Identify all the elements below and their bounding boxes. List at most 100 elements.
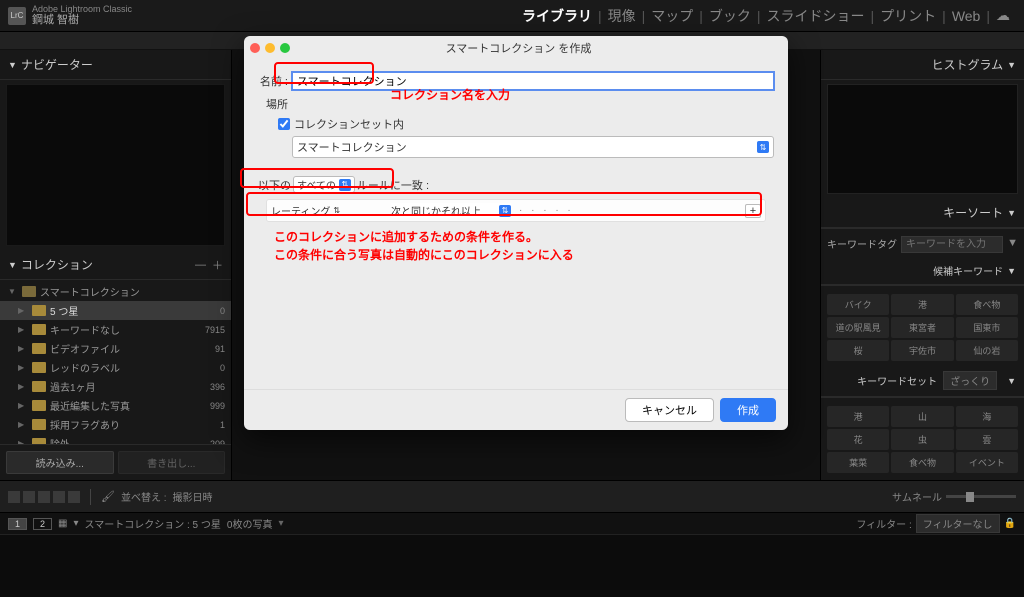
keyword-tag-input[interactable] <box>901 236 1003 253</box>
lock-icon[interactable]: 🔒 <box>1004 518 1016 529</box>
rule-field-select[interactable]: レーティング ⇅ <box>271 203 351 218</box>
match-mode-select[interactable]: すべての ⇅ <box>293 176 355 193</box>
module-develop[interactable]: 現像 <box>602 6 642 26</box>
thumbnail-label: サムネール <box>892 489 942 504</box>
name-label: 名前 : <box>258 73 288 89</box>
keyword-candidate[interactable]: 国東市 <box>956 317 1018 338</box>
keyword-candidate[interactable]: 港 <box>891 294 953 315</box>
filter-group: フィルター : フィルターなし 🔒 <box>856 514 1016 533</box>
cloud-icon[interactable]: ☁ <box>990 7 1016 24</box>
smart-collection-icon <box>32 362 46 373</box>
filmstrip[interactable] <box>0 534 1024 597</box>
kwset-title: キーワードセット <box>857 373 937 388</box>
module-web[interactable]: Web <box>946 8 987 24</box>
keyword-candidate[interactable]: 宇佐市 <box>891 340 953 361</box>
collection-item[interactable]: ▶最近編集した写真999 <box>0 396 231 415</box>
keyword-candidate[interactable]: 食べ物 <box>956 294 1018 315</box>
cancel-button[interactable]: キャンセル <box>625 398 714 422</box>
module-print[interactable]: プリント <box>874 6 942 26</box>
keyword-candidate[interactable]: 仙の岩 <box>956 340 1018 361</box>
chevron-down-icon: ▼ <box>8 287 18 296</box>
rating-value[interactable]: · · · · · <box>519 205 574 216</box>
collection-item[interactable]: ▶採用フラグあり1 <box>0 415 231 434</box>
survey-view-icon[interactable] <box>53 491 65 503</box>
thumbnail-size-slider[interactable] <box>946 495 1016 498</box>
window-close-icon[interactable] <box>250 43 260 53</box>
create-button[interactable]: 作成 <box>720 398 776 422</box>
keyword-set-item[interactable]: 海 <box>956 406 1018 427</box>
inside-set-checkbox[interactable] <box>278 118 290 130</box>
collection-set-icon <box>22 286 36 297</box>
keyword-set-item[interactable]: 雲 <box>956 429 1018 450</box>
keyword-set-item[interactable]: 葉菜 <box>827 452 889 473</box>
collection-item[interactable]: ▶キーワードなし7915 <box>0 320 231 339</box>
keyword-set-item[interactable]: 山 <box>891 406 953 427</box>
kwset-header[interactable]: キーワードセット ざっくり ▼ <box>821 365 1024 397</box>
keyword-candidate[interactable]: バイク <box>827 294 889 315</box>
right-panel: ヒストグラム ▼ キーソート ▼ キーワードタグ ▼ 候補キーワード ▼ バイク… <box>820 50 1024 480</box>
export-button[interactable]: 書き出し... <box>118 451 226 474</box>
collections-header[interactable]: ▼ コレクション — ＋ <box>0 250 231 280</box>
module-slideshow[interactable]: スライドショー <box>761 6 871 26</box>
people-view-icon[interactable] <box>68 491 80 503</box>
collection-name-input[interactable] <box>292 72 774 90</box>
minus-icon[interactable]: — <box>195 259 206 271</box>
keysort-header[interactable]: キーソート ▼ <box>821 198 1024 228</box>
candidates-header[interactable]: 候補キーワード ▼ <box>821 257 1024 285</box>
painter-icon[interactable]: 🖌 <box>101 490 115 503</box>
annotation-text: この条件に合う写真は自動的にこのコレクションに入る <box>274 246 574 263</box>
module-picker: ライブラリ| 現像| マップ| ブック| スライドショー| プリント| Web|… <box>516 6 1016 26</box>
chevron-down-icon: ▼ <box>8 60 17 70</box>
candidates-title: 候補キーワード <box>933 263 1003 278</box>
compare-view-icon[interactable] <box>38 491 50 503</box>
add-rule-button[interactable]: + <box>745 204 761 218</box>
chevron-down-icon[interactable]: ▾ <box>73 518 78 529</box>
breadcrumb[interactable]: スマートコレクション : 5 つ星 <box>85 516 221 531</box>
navigator-header[interactable]: ▼ ナビゲーター <box>0 50 231 80</box>
collection-item[interactable]: ▶除外209 <box>0 434 231 444</box>
keyword-candidate[interactable]: 桜 <box>827 340 889 361</box>
collection-item[interactable]: ▶過去1ヶ月396 <box>0 377 231 396</box>
import-button[interactable]: 読み込み... <box>6 451 114 474</box>
keyword-candidate[interactable]: 道の駅風見 <box>827 317 889 338</box>
kwset-select[interactable]: ざっくり <box>943 371 997 390</box>
collection-item[interactable]: ▶レッドのラベル0 <box>0 358 231 377</box>
left-panel: ▼ ナビゲーター ▼ コレクション — ＋ ▼ スマートコレクション ▶5 つ星… <box>0 50 232 480</box>
keyword-set-item[interactable]: 港 <box>827 406 889 427</box>
module-library[interactable]: ライブラリ <box>516 6 598 26</box>
grid-small-icon[interactable]: ▦ <box>58 518 67 529</box>
filter-select[interactable]: フィルターなし <box>916 514 1000 533</box>
app-logo: LrC <box>8 7 26 25</box>
module-map[interactable]: マップ <box>645 6 699 26</box>
rule-operator-select[interactable]: 次と同じかそれ以上 ⇅ <box>391 203 511 218</box>
chevron-updown-icon: ⇅ <box>339 179 351 191</box>
collection-item[interactable]: ▶5 つ星0 <box>0 301 231 320</box>
histogram-header[interactable]: ヒストグラム ▼ <box>821 50 1024 80</box>
sort-label: 並べ替え : <box>121 489 167 504</box>
keyword-set-item[interactable]: 虫 <box>891 429 953 450</box>
sort-value[interactable]: 撮影日時 <box>173 489 213 504</box>
keysort-title: キーソート <box>943 204 1003 221</box>
chevron-down-icon[interactable]: ▼ <box>1007 237 1018 249</box>
match-row: 以下の すべての ⇅ ルールに一致 : <box>258 176 774 193</box>
page-2[interactable]: 2 <box>33 518 52 530</box>
add-collection-button[interactable]: ＋ <box>212 257 223 273</box>
window-minimize-icon[interactable] <box>265 43 275 53</box>
collection-set[interactable]: ▼ スマートコレクション <box>0 282 231 301</box>
module-book[interactable]: ブック <box>703 6 757 26</box>
page-1[interactable]: 1 <box>8 518 27 530</box>
collection-item[interactable]: ▶ビデオファイル91 <box>0 339 231 358</box>
window-zoom-icon[interactable] <box>280 43 290 53</box>
rule-row: レーティング ⇅ 次と同じかそれ以上 ⇅ · · · · · + <box>266 199 766 222</box>
keyword-set-item[interactable]: 食べ物 <box>891 452 953 473</box>
collections-tree: ▼ スマートコレクション ▶5 つ星0 ▶キーワードなし7915 ▶ビデオファイ… <box>0 280 231 444</box>
smart-collection-icon <box>32 305 46 316</box>
collection-set-select[interactable]: スマートコレクション ⇅ <box>292 136 774 158</box>
loupe-view-icon[interactable] <box>23 491 35 503</box>
app-title: Adobe Lightroom Classic <box>32 5 132 15</box>
keyword-set-item[interactable]: イベント <box>956 452 1018 473</box>
grid-view-icon[interactable] <box>8 491 20 503</box>
keyword-candidate[interactable]: 東宮者 <box>891 317 953 338</box>
navigator-body <box>6 84 225 246</box>
keyword-set-item[interactable]: 花 <box>827 429 889 450</box>
